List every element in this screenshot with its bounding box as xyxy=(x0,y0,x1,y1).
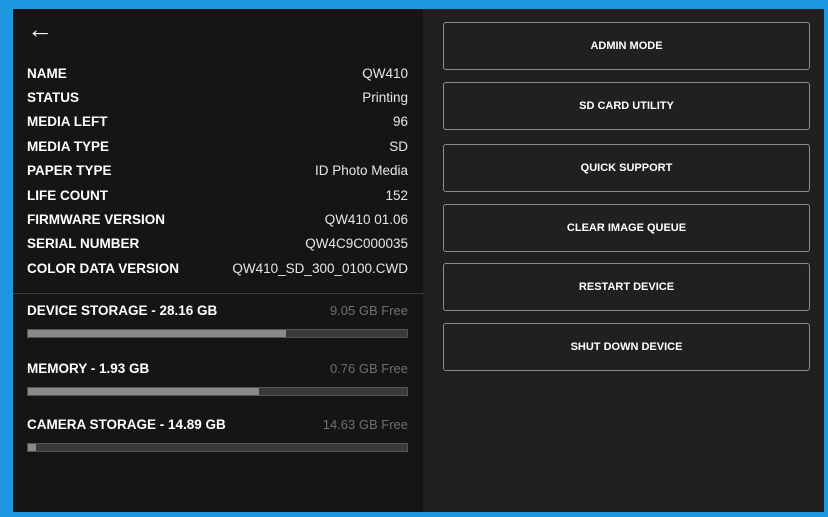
device-info-screen: ← NAME QW410 STATUS Printing MEDIA LEFT … xyxy=(13,9,824,512)
admin-mode-button[interactable]: ADMIN MODE xyxy=(443,22,810,70)
info-label: MEDIA LEFT xyxy=(27,114,108,130)
info-label: COLOR DATA VERSION xyxy=(27,260,180,276)
info-label: LIFE COUNT xyxy=(27,187,108,203)
info-label: NAME xyxy=(27,65,67,81)
info-row-paper-type: PAPER TYPE ID Photo Media xyxy=(27,159,408,183)
info-value: QW410 01.06 xyxy=(324,212,408,228)
info-label: MEDIA TYPE xyxy=(27,138,110,154)
sd-card-utility-button[interactable]: SD CARD UTILITY xyxy=(443,82,810,130)
info-row-firmware-version: FIRMWARE VERSION QW410 01.06 xyxy=(27,207,408,231)
actions-panel: ADMIN MODE SD CARD UTILITY QUICK SUPPORT… xyxy=(423,9,824,512)
info-label: FIRMWARE VERSION xyxy=(27,212,166,228)
quick-support-button[interactable]: QUICK SUPPORT xyxy=(443,144,810,192)
info-row-status: STATUS Printing xyxy=(27,85,408,109)
storage-usage-bar xyxy=(27,329,408,338)
info-row-serial-number: SERIAL NUMBER QW4C9C000035 xyxy=(27,232,408,256)
info-value: 96 xyxy=(392,114,408,130)
info-row-media-left: MEDIA LEFT 96 xyxy=(27,110,408,134)
info-value: Printing xyxy=(362,90,408,106)
device-info-list: NAME QW410 STATUS Printing MEDIA LEFT 96… xyxy=(27,61,408,281)
info-row-name: NAME QW410 xyxy=(27,61,408,85)
memory-usage-bar xyxy=(27,387,408,396)
camera-storage-usage-bar xyxy=(27,443,408,452)
memory-section: MEMORY - 1.93 GB 0.76 GB Free xyxy=(27,358,408,396)
shut-down-device-button[interactable]: SHUT DOWN DEVICE xyxy=(443,323,810,371)
storage-title: DEVICE STORAGE - 28.16 GB xyxy=(27,302,218,318)
info-label: STATUS xyxy=(27,90,79,106)
camera-storage-section: CAMERA STORAGE - 14.89 GB 14.63 GB Free xyxy=(27,414,408,452)
info-value: QW410 xyxy=(362,65,408,81)
back-arrow-icon[interactable]: ← xyxy=(27,16,57,42)
info-row-color-data-version: COLOR DATA VERSION QW410_SD_300_0100.CWD xyxy=(27,256,408,280)
camera-storage-usage-fill xyxy=(28,444,36,451)
info-value: ID Photo Media xyxy=(314,163,408,179)
device-storage-section: DEVICE STORAGE - 28.16 GB 9.05 GB Free xyxy=(27,300,408,338)
section-divider xyxy=(13,293,423,294)
device-info-panel: ← NAME QW410 STATUS Printing MEDIA LEFT … xyxy=(13,9,423,512)
info-value: 152 xyxy=(385,187,408,203)
storage-free: 9.05 GB Free xyxy=(329,302,408,318)
storage-free: 14.63 GB Free xyxy=(322,416,408,432)
storage-title: CAMERA STORAGE - 14.89 GB xyxy=(27,416,226,432)
info-value: QW410_SD_300_0100.CWD xyxy=(232,260,408,276)
info-label: PAPER TYPE xyxy=(27,163,112,179)
memory-usage-fill xyxy=(28,388,260,395)
info-value: SD xyxy=(389,138,408,154)
info-value: QW4C9C000035 xyxy=(305,236,408,252)
clear-image-queue-button[interactable]: CLEAR IMAGE QUEUE xyxy=(443,204,810,252)
storage-usage-fill xyxy=(28,330,286,337)
info-label: SERIAL NUMBER xyxy=(27,236,140,252)
storage-free: 0.76 GB Free xyxy=(329,360,408,376)
info-row-media-type: MEDIA TYPE SD xyxy=(27,134,408,158)
restart-device-button[interactable]: RESTART DEVICE xyxy=(443,263,810,311)
storage-title: MEMORY - 1.93 GB xyxy=(27,360,150,376)
info-row-life-count: LIFE COUNT 152 xyxy=(27,183,408,207)
